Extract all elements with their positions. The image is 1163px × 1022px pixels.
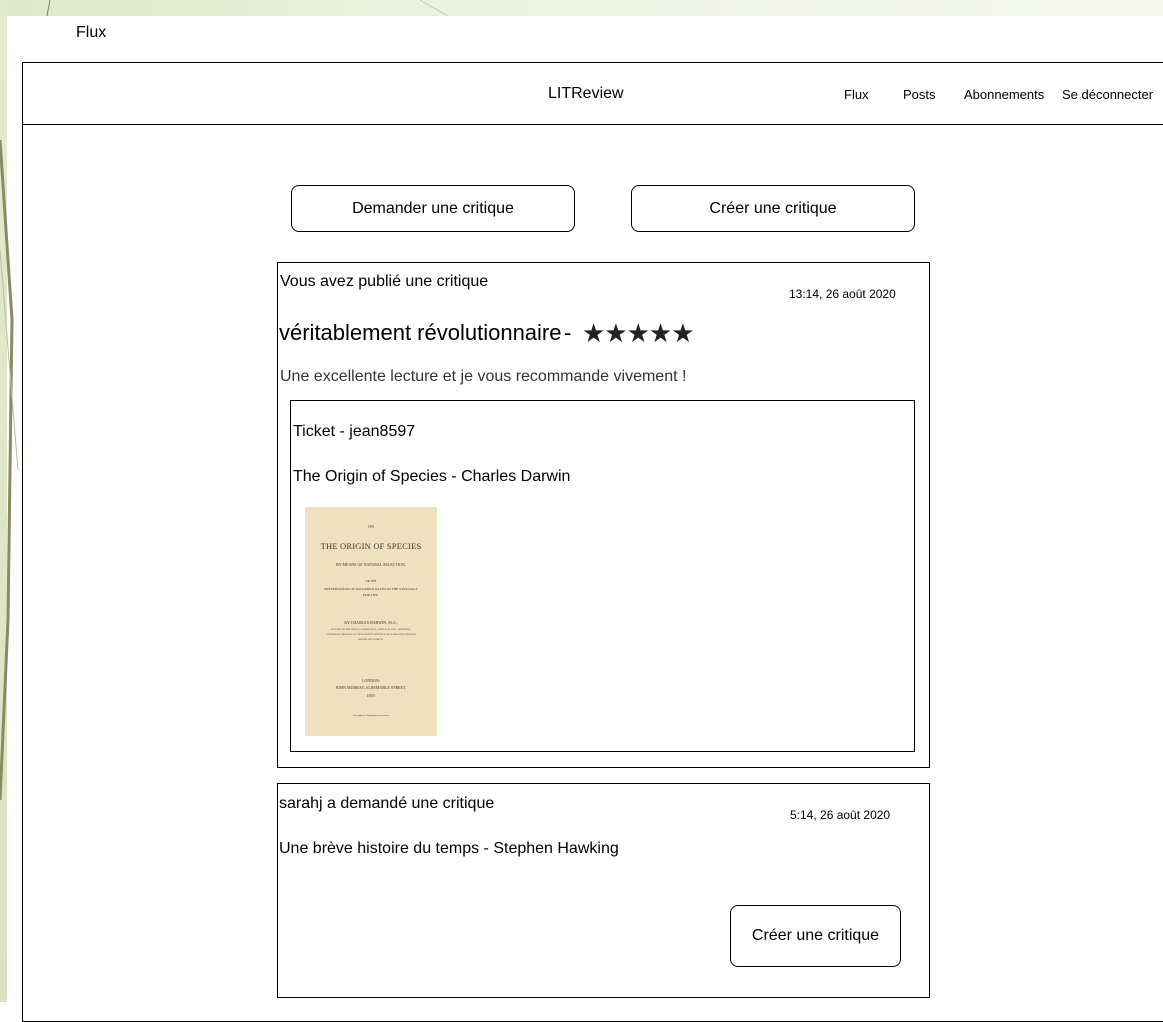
brand-logo: LITReview <box>548 85 624 102</box>
ticket-request-timestamp: 5:14, 26 août 2020 <box>790 808 891 822</box>
review-timestamp: 13:14, 26 août 2020 <box>789 287 896 301</box>
review-headline-separator: - <box>564 320 572 345</box>
nav-logout[interactable]: Se déconnecter <box>1062 87 1153 102</box>
page-title: Flux <box>76 24 107 41</box>
review-heading: Vous avez publié une critique <box>280 273 489 290</box>
nav-abonnements[interactable]: Abonnements <box>964 87 1044 102</box>
nav-posts[interactable]: Posts <box>903 87 936 102</box>
rating-stars-icon: ★★★★★ <box>582 318 695 348</box>
request-review-button[interactable]: Demander une critique <box>291 185 575 232</box>
ticket-book-title: The Origin of Species - Charles Darwin <box>293 468 571 485</box>
create-review-button[interactable]: Créer une critique <box>631 185 915 232</box>
create-review-for-ticket-button[interactable]: Créer une critique <box>730 905 901 967</box>
slide-left-band <box>0 0 7 1002</box>
review-body: Une excellente lecture et je vous recomm… <box>280 368 687 385</box>
slide-top-band <box>0 0 1163 16</box>
book-cover-image: ON THE ORIGIN OF SPECIES BY MEANS OF NAT… <box>305 507 437 736</box>
nav-flux[interactable]: Flux <box>844 87 869 102</box>
ticket-request-book-title: Une brève histoire du temps - Stephen Ha… <box>279 840 619 857</box>
ticket-request-heading: sarahj a demandé une critique <box>279 795 495 812</box>
ticket-heading: Ticket - jean8597 <box>293 423 416 440</box>
review-headline: véritablement révolutionnaire <box>279 320 562 345</box>
